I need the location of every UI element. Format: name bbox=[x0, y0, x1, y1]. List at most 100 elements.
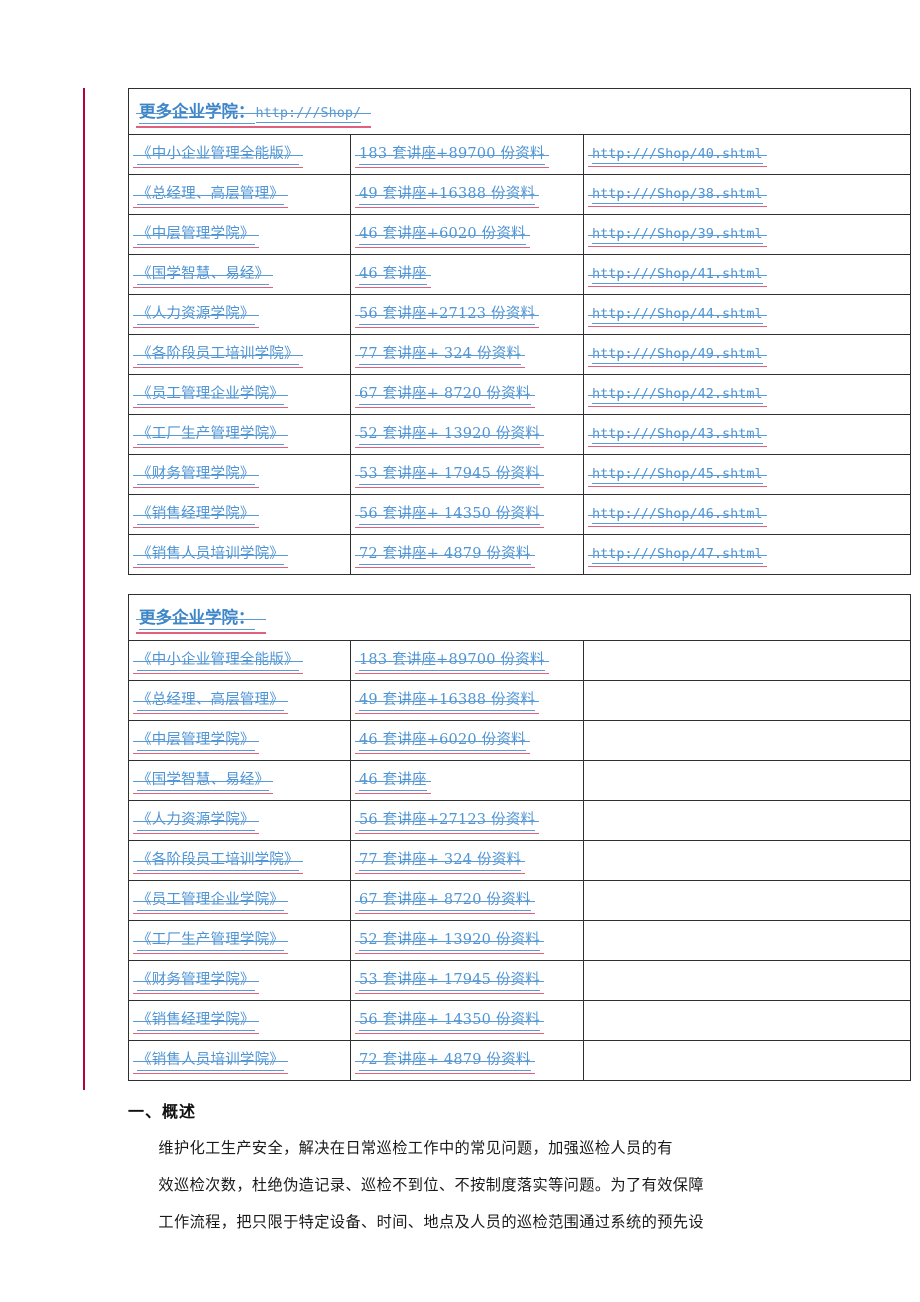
course-count-cell[interactable]: 67 套讲座+ 8720 份资料 bbox=[350, 374, 584, 415]
course-link-cell[interactable]: http:///Shop/49.shtml bbox=[583, 334, 911, 375]
course-count-cell-link[interactable]: 49 套讲座+16388 份资料 bbox=[354, 182, 540, 208]
course-count-cell-link[interactable]: 56 套讲座+27123 份资料 bbox=[354, 808, 540, 834]
course-name-cell[interactable]: 《中层管理学院》 bbox=[128, 720, 351, 761]
course-name-cell[interactable]: 《国学智慧、易经》 bbox=[128, 254, 351, 295]
course-name-cell[interactable]: 《各阶段员工培训学院》 bbox=[128, 334, 351, 375]
course-link-cell[interactable]: http:///Shop/46.shtml bbox=[583, 494, 911, 535]
course-count-cell-link[interactable]: 53 套讲座+ 17945 份资料 bbox=[355, 968, 544, 994]
course-name-cell[interactable]: 《工厂生产管理学院》 bbox=[128, 414, 351, 455]
course-name-cell[interactable]: 《员工管理企业学院》 bbox=[128, 880, 351, 921]
course-name-cell[interactable]: 《国学智慧、易经》 bbox=[128, 760, 351, 801]
course-link-cell-link[interactable]: http:///Shop/49.shtml bbox=[588, 343, 767, 367]
course-name-cell-link[interactable]: 《中层管理学院》 bbox=[133, 728, 259, 754]
course-name-cell-link[interactable]: 《总经理、高层管理》 bbox=[133, 688, 288, 714]
course-name-cell-link[interactable]: 《销售经理学院》 bbox=[133, 502, 259, 528]
course-count-cell[interactable]: 72 套讲座+ 4879 份资料 bbox=[350, 534, 584, 575]
course-name-cell[interactable]: 《员工管理企业学院》 bbox=[128, 374, 351, 415]
table-2-title[interactable]: 更多企业学院： bbox=[136, 604, 265, 634]
course-count-cell-link[interactable]: 77 套讲座+ 324 份资料 bbox=[354, 342, 526, 368]
course-name-cell[interactable]: 《财务管理学院》 bbox=[128, 960, 351, 1001]
course-count-cell[interactable]: 49 套讲座+16388 份资料 bbox=[350, 680, 584, 721]
course-name-cell-link[interactable]: 《国学智慧、易经》 bbox=[132, 768, 274, 794]
course-count-cell[interactable]: 49 套讲座+16388 份资料 bbox=[350, 174, 584, 215]
course-count-cell[interactable]: 56 套讲座+ 14350 份资料 bbox=[350, 1000, 584, 1041]
course-name-cell-link[interactable]: 《中层管理学院》 bbox=[133, 222, 259, 248]
course-count-cell[interactable]: 56 套讲座+27123 份资料 bbox=[350, 294, 584, 335]
course-count-cell-link[interactable]: 72 套讲座+ 4879 份资料 bbox=[355, 542, 535, 568]
course-name-cell[interactable]: 《销售人员培训学院》 bbox=[128, 1040, 351, 1081]
course-name-cell-link[interactable]: 《中小企业管理全能版》 bbox=[133, 142, 303, 168]
table-1-title[interactable]: 更多企业学院：http:///Shop/ bbox=[135, 98, 372, 128]
course-name-cell[interactable]: 《中小企业管理全能版》 bbox=[128, 134, 351, 175]
course-name-cell[interactable]: 《总经理、高层管理》 bbox=[128, 174, 351, 215]
course-link-cell[interactable]: http:///Shop/39.shtml bbox=[583, 214, 911, 255]
course-count-cell[interactable]: 77 套讲座+ 324 份资料 bbox=[350, 840, 584, 881]
course-count-cell-link[interactable]: 67 套讲座+ 8720 份资料 bbox=[355, 382, 535, 408]
course-name-cell-link[interactable]: 《财务管理学院》 bbox=[133, 462, 259, 488]
course-name-cell[interactable]: 《各阶段员工培训学院》 bbox=[128, 840, 351, 881]
course-count-cell[interactable]: 46 套讲座 bbox=[350, 760, 584, 801]
course-name-cell-link[interactable]: 《各阶段员工培训学院》 bbox=[133, 848, 303, 874]
course-link-cell-link[interactable]: http:///Shop/44.shtml bbox=[588, 303, 767, 327]
course-name-cell-link[interactable]: 《销售人员培训学院》 bbox=[133, 542, 288, 568]
course-name-cell[interactable]: 《中层管理学院》 bbox=[128, 214, 351, 255]
course-name-cell[interactable]: 《财务管理学院》 bbox=[128, 454, 351, 495]
course-name-cell-link[interactable]: 《员工管理企业学院》 bbox=[133, 382, 288, 408]
course-name-cell[interactable]: 《工厂生产管理学院》 bbox=[128, 920, 351, 961]
course-name-cell[interactable]: 《总经理、高层管理》 bbox=[128, 680, 351, 721]
course-name-cell[interactable]: 《人力资源学院》 bbox=[128, 800, 351, 841]
course-count-cell-link[interactable]: 49 套讲座+16388 份资料 bbox=[354, 688, 540, 714]
course-name-cell-link[interactable]: 《工厂生产管理学院》 bbox=[133, 422, 288, 448]
course-count-cell[interactable]: 72 套讲座+ 4879 份资料 bbox=[350, 1040, 584, 1081]
course-name-cell-link[interactable]: 《销售人员培训学院》 bbox=[133, 1048, 288, 1074]
course-count-cell[interactable]: 183 套讲座+89700 份资料 bbox=[350, 640, 584, 681]
course-count-cell[interactable]: 46 套讲座 bbox=[350, 254, 584, 295]
course-name-cell-link[interactable]: 《国学智慧、易经》 bbox=[132, 262, 274, 288]
course-count-cell[interactable]: 56 套讲座+27123 份资料 bbox=[350, 800, 584, 841]
course-count-cell[interactable]: 77 套讲座+ 324 份资料 bbox=[350, 334, 584, 375]
course-count-cell-link[interactable]: 53 套讲座+ 17945 份资料 bbox=[355, 462, 544, 488]
course-count-cell-link[interactable]: 46 套讲座 bbox=[355, 768, 431, 794]
course-count-cell[interactable]: 53 套讲座+ 17945 份资料 bbox=[350, 454, 584, 495]
course-count-cell[interactable]: 67 套讲座+ 8720 份资料 bbox=[350, 880, 584, 921]
course-count-cell[interactable]: 56 套讲座+ 14350 份资料 bbox=[350, 494, 584, 535]
course-name-cell-link[interactable]: 《员工管理企业学院》 bbox=[133, 888, 288, 914]
course-link-cell-link[interactable]: http:///Shop/45.shtml bbox=[588, 463, 767, 487]
course-link-cell-link[interactable]: http:///Shop/38.shtml bbox=[588, 183, 767, 207]
course-count-cell-link[interactable]: 183 套讲座+89700 份资料 bbox=[355, 142, 549, 168]
course-count-cell[interactable]: 46 套讲座+6020 份资料 bbox=[350, 214, 584, 255]
course-link-cell-link[interactable]: http:///Shop/39.shtml bbox=[588, 223, 767, 247]
course-count-cell-link[interactable]: 46 套讲座+6020 份资料 bbox=[355, 222, 530, 248]
course-name-cell-link[interactable]: 《工厂生产管理学院》 bbox=[133, 928, 288, 954]
course-link-cell-link[interactable]: http:///Shop/41.shtml bbox=[588, 263, 767, 287]
course-name-cell[interactable]: 《销售人员培训学院》 bbox=[128, 534, 351, 575]
course-name-cell-link[interactable]: 《人力资源学院》 bbox=[133, 808, 259, 834]
course-link-cell[interactable]: http:///Shop/38.shtml bbox=[583, 174, 911, 215]
course-count-cell-link[interactable]: 46 套讲座+6020 份资料 bbox=[355, 728, 530, 754]
course-link-cell[interactable]: http:///Shop/42.shtml bbox=[583, 374, 911, 415]
course-count-cell-link[interactable]: 72 套讲座+ 4879 份资料 bbox=[355, 1048, 535, 1074]
course-link-cell[interactable]: http:///Shop/43.shtml bbox=[583, 414, 911, 455]
course-name-cell-link[interactable]: 《各阶段员工培训学院》 bbox=[133, 342, 303, 368]
course-name-cell[interactable]: 《销售经理学院》 bbox=[128, 1000, 351, 1041]
course-link-cell[interactable]: http:///Shop/45.shtml bbox=[583, 454, 911, 495]
course-count-cell-link[interactable]: 77 套讲座+ 324 份资料 bbox=[354, 848, 526, 874]
course-link-cell-link[interactable]: http:///Shop/46.shtml bbox=[588, 503, 767, 527]
course-count-cell[interactable]: 46 套讲座+6020 份资料 bbox=[350, 720, 584, 761]
course-count-cell-link[interactable]: 67 套讲座+ 8720 份资料 bbox=[355, 888, 535, 914]
course-count-cell-link[interactable]: 56 套讲座+27123 份资料 bbox=[354, 302, 540, 328]
course-name-cell-link[interactable]: 《总经理、高层管理》 bbox=[133, 182, 288, 208]
course-count-cell-link[interactable]: 46 套讲座 bbox=[355, 262, 431, 288]
course-count-cell-link[interactable]: 52 套讲座+ 13920 份资料 bbox=[355, 928, 544, 954]
course-link-cell[interactable]: http:///Shop/44.shtml bbox=[583, 294, 911, 335]
course-count-cell[interactable]: 183 套讲座+89700 份资料 bbox=[350, 134, 584, 175]
course-name-cell[interactable]: 《人力资源学院》 bbox=[128, 294, 351, 335]
course-count-cell[interactable]: 52 套讲座+ 13920 份资料 bbox=[350, 414, 584, 455]
course-name-cell[interactable]: 《销售经理学院》 bbox=[128, 494, 351, 535]
course-link-cell-link[interactable]: http:///Shop/47.shtml bbox=[588, 543, 767, 567]
course-count-cell-link[interactable]: 183 套讲座+89700 份资料 bbox=[355, 648, 549, 674]
course-link-cell[interactable]: http:///Shop/47.shtml bbox=[583, 534, 911, 575]
course-name-cell[interactable]: 《中小企业管理全能版》 bbox=[128, 640, 351, 681]
course-link-cell-link[interactable]: http:///Shop/40.shtml bbox=[588, 143, 767, 167]
course-name-cell-link[interactable]: 《中小企业管理全能版》 bbox=[133, 648, 303, 674]
